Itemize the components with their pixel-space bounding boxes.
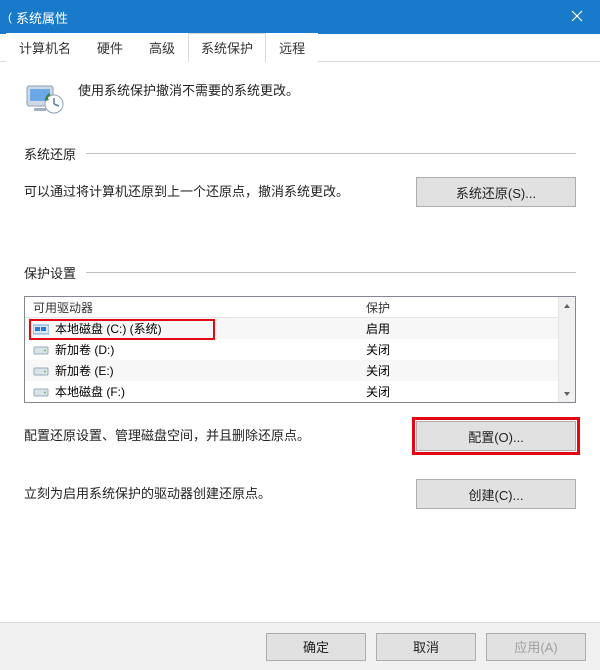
dialog-footer: 确定 取消 应用(A) bbox=[0, 622, 600, 670]
divider bbox=[86, 272, 576, 273]
drive-status: 关闭 bbox=[358, 362, 558, 379]
tab-label: 计算机名 bbox=[19, 41, 71, 56]
button-label: 创建(C)... bbox=[469, 485, 524, 504]
tabs: 计算机名 硬件 高级 系统保护 远程 bbox=[0, 34, 600, 62]
tab-system-protection[interactable]: 系统保护 bbox=[188, 33, 266, 62]
drive-row[interactable]: 新加卷 (D:) 关闭 bbox=[25, 339, 558, 360]
drive-status: 关闭 bbox=[358, 383, 558, 400]
tab-label: 系统保护 bbox=[201, 41, 253, 56]
configure-desc: 配置还原设置、管理磁盘空间，并且删除还原点。 bbox=[24, 425, 396, 447]
button-label: 取消 bbox=[413, 637, 439, 656]
configure-row: 配置还原设置、管理磁盘空间，并且删除还原点。 配置(O)... bbox=[24, 421, 576, 451]
intro-text: 使用系统保护撤消不需要的系统更改。 bbox=[78, 78, 299, 99]
section-settings-title: 保护设置 bbox=[24, 263, 76, 282]
close-button[interactable] bbox=[554, 0, 600, 34]
tab-label: 高级 bbox=[149, 41, 175, 56]
section-restore-header: 系统还原 bbox=[24, 144, 576, 163]
section-restore-title: 系统还原 bbox=[24, 144, 76, 163]
intro-row: 使用系统保护撤消不需要的系统更改。 bbox=[24, 78, 576, 118]
ok-button[interactable]: 确定 bbox=[266, 633, 366, 661]
restore-desc: 可以通过将计算机还原到上一个还原点，撤消系统更改。 bbox=[24, 181, 396, 203]
drive-row[interactable]: 本地磁盘 (C:) (系统) 启用 bbox=[25, 318, 558, 339]
configure-button[interactable]: 配置(O)... bbox=[416, 421, 576, 451]
scroll-down-icon[interactable] bbox=[559, 385, 576, 402]
scrollbar[interactable] bbox=[558, 297, 575, 402]
apply-button[interactable]: 应用(A) bbox=[486, 633, 586, 661]
titlebar-prefix: ( bbox=[8, 10, 12, 24]
hdd-icon bbox=[33, 386, 49, 398]
tab-label: 硬件 bbox=[97, 41, 123, 56]
titlebar: ( 系统属性 bbox=[0, 0, 600, 34]
tab-label: 远程 bbox=[279, 41, 305, 56]
col-protection: 保护 bbox=[358, 299, 558, 316]
close-icon bbox=[571, 10, 583, 25]
create-desc: 立刻为启用系统保护的驱动器创建还原点。 bbox=[24, 483, 396, 505]
drive-name: 新加卷 (D:) bbox=[55, 341, 114, 358]
button-label: 应用(A) bbox=[514, 637, 557, 656]
drive-status: 关闭 bbox=[358, 341, 558, 358]
hdd-icon bbox=[33, 365, 49, 377]
tab-hardware[interactable]: 硬件 bbox=[84, 33, 136, 62]
button-label: 确定 bbox=[303, 637, 329, 656]
drive-row[interactable]: 本地磁盘 (F:) 关闭 bbox=[25, 381, 558, 402]
windows-drive-icon bbox=[33, 323, 49, 335]
drive-name: 本地磁盘 (C:) (系统) bbox=[55, 320, 162, 337]
system-protection-icon bbox=[24, 78, 64, 118]
window-title: 系统属性 bbox=[16, 8, 68, 27]
drive-row[interactable]: 新加卷 (E:) 关闭 bbox=[25, 360, 558, 381]
drive-name: 新加卷 (E:) bbox=[55, 362, 114, 379]
cancel-button[interactable]: 取消 bbox=[376, 633, 476, 661]
drive-name: 本地磁盘 (F:) bbox=[55, 383, 125, 400]
restore-row: 可以通过将计算机还原到上一个还原点，撤消系统更改。 系统还原(S)... bbox=[24, 177, 576, 207]
hdd-icon bbox=[33, 344, 49, 356]
button-label: 系统还原(S)... bbox=[456, 183, 536, 202]
section-settings-header: 保护设置 bbox=[24, 263, 576, 282]
tab-advanced[interactable]: 高级 bbox=[136, 33, 188, 62]
drive-status: 启用 bbox=[358, 320, 558, 337]
system-restore-button[interactable]: 系统还原(S)... bbox=[416, 177, 576, 207]
scroll-up-icon[interactable] bbox=[559, 297, 576, 314]
divider bbox=[86, 153, 576, 154]
drives-header: 可用驱动器 保护 bbox=[25, 297, 558, 318]
col-drive: 可用驱动器 bbox=[25, 299, 358, 316]
create-row: 立刻为启用系统保护的驱动器创建还原点。 创建(C)... bbox=[24, 479, 576, 509]
tab-remote[interactable]: 远程 bbox=[266, 33, 318, 62]
drives-list: 可用驱动器 保护 本地磁盘 (C:) (系统) 启用 bbox=[24, 296, 576, 403]
content: 使用系统保护撤消不需要的系统更改。 系统还原 可以通过将计算机还原到上一个还原点… bbox=[0, 62, 600, 527]
button-label: 配置(O)... bbox=[468, 427, 524, 446]
tab-computer-name[interactable]: 计算机名 bbox=[6, 33, 84, 62]
create-button[interactable]: 创建(C)... bbox=[416, 479, 576, 509]
